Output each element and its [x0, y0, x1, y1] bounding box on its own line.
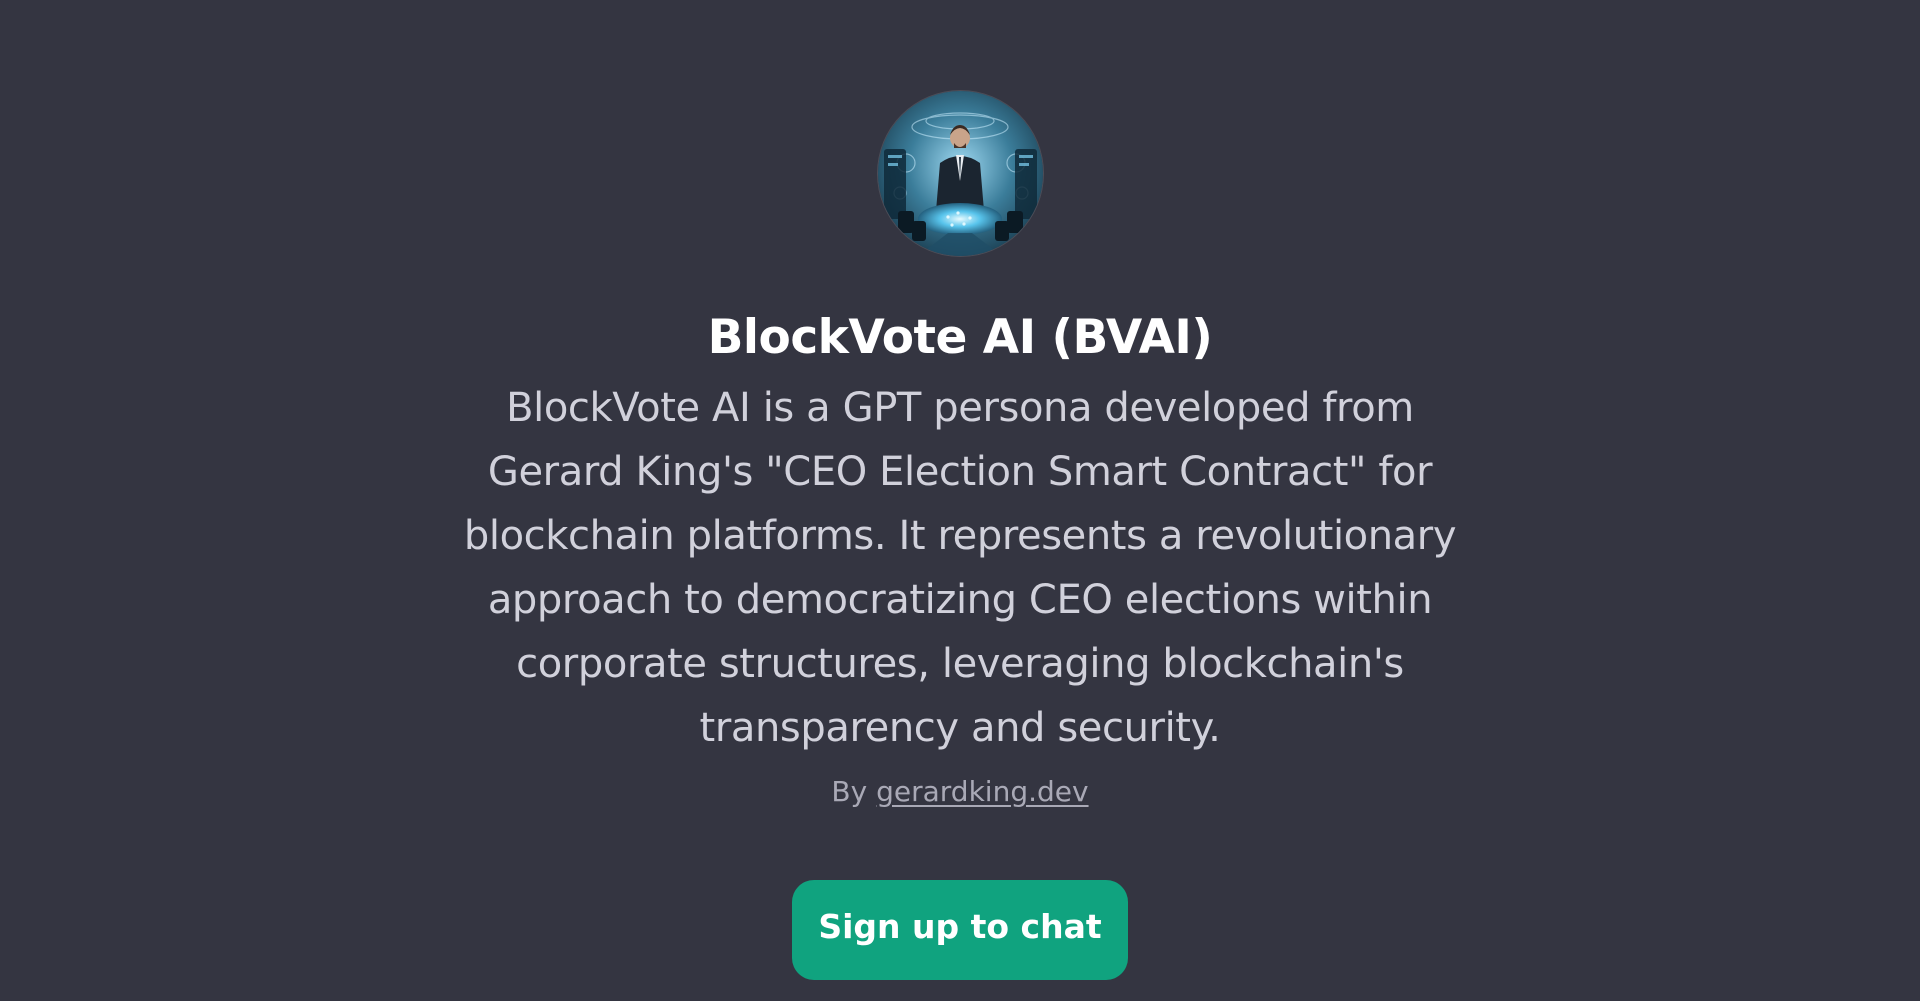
gpt-author: By gerardking.dev: [831, 774, 1088, 810]
gpt-avatar-image: [877, 91, 1043, 256]
author-prefix: By: [831, 775, 868, 808]
gpt-avatar: [877, 91, 1043, 256]
gpt-landing-page: BlockVote AI (BVAI) BlockVote AI is a GP…: [0, 0, 1920, 1001]
gpt-description: BlockVote AI is a GPT persona developed …: [463, 385, 1457, 751]
author-link[interactable]: gerardking.dev: [876, 775, 1088, 808]
gpt-title: BlockVote AI (BVAI): [707, 310, 1213, 365]
sign-up-to-chat-button[interactable]: Sign up to chat: [792, 880, 1128, 980]
